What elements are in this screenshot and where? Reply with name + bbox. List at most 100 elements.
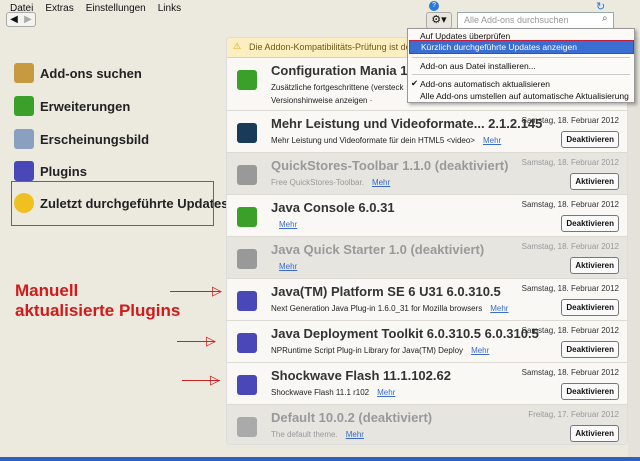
addon-row[interactable]: Default 10.0.2 (deaktiviert) The default… <box>227 405 627 444</box>
theme-palette-icon <box>237 417 257 437</box>
download-box-icon <box>14 63 34 83</box>
arrow-head-icon: ▷ <box>206 333 216 348</box>
update-date: Samstag, 18. Februar 2012 <box>521 116 619 125</box>
addon-name: Shockwave Flash 11.1.102.62 <box>271 368 451 383</box>
menu-einstellungen[interactable]: Einstellungen <box>86 3 146 14</box>
update-date: Samstag, 18. Februar 2012 <box>521 326 619 335</box>
description-text: Mehr Leistung und Videoformate für dein … <box>271 136 475 145</box>
addon-row[interactable]: Shockwave Flash 11.1.102.62 Shockwave Fl… <box>227 363 627 405</box>
checkmark-icon: ✔ <box>411 78 419 88</box>
addon-row[interactable]: Java Deployment Toolkit 6.0.310.5 6.0.31… <box>227 321 627 363</box>
sidebar-item-label: Erweiterungen <box>40 98 131 114</box>
puzzle-icon <box>237 207 257 227</box>
disable-button[interactable]: Deaktivieren <box>561 383 619 400</box>
menu-item-install-from-file[interactable]: Add-on aus Datei installieren... <box>420 61 536 71</box>
addon-row[interactable]: QuickStores-Toolbar 1.1.0 (deaktiviert) … <box>227 153 627 195</box>
sidebar-item-2[interactable]: Erscheinungsbild <box>14 129 149 149</box>
disable-button[interactable]: Deaktivieren <box>561 131 619 148</box>
menu-separator <box>412 74 630 75</box>
addon-row[interactable]: Mehr Leistung und Videoformate... 2.1.2.… <box>227 111 627 153</box>
addon-description: NPRuntime Script Plug-in Library for Jav… <box>271 346 489 355</box>
more-link[interactable]: Mehr <box>471 346 489 355</box>
description-text: Zusätzliche fortgeschrittene (versteck <box>271 83 404 92</box>
search-input[interactable]: Alle Add-ons durchsuchen <box>457 12 614 29</box>
disable-button[interactable]: Deaktivieren <box>561 299 619 316</box>
addon-description: The default theme. Mehr <box>271 430 364 439</box>
addon-row[interactable]: Java(TM) Platform SE 6 U31 6.0.310.5 Nex… <box>227 279 627 321</box>
menu-item-set-all-auto[interactable]: Alle Add-ons umstellen auf automatische … <box>420 91 629 101</box>
description-text: Free QuickStores-Toolbar. <box>271 178 364 187</box>
arrow-head-icon: ▷ <box>210 372 220 387</box>
addon-name: Configuration Mania 1.15 <box>271 63 426 78</box>
tools-menu: Auf Updates überprüfen Kürzlich durchgef… <box>407 28 635 103</box>
more-link[interactable]: Mehr <box>346 430 364 439</box>
update-date: Freitag, 17. Februar 2012 <box>528 410 619 419</box>
addon-name: QuickStores-Toolbar 1.1.0 (deaktiviert) <box>271 158 509 173</box>
addon-description: Mehr Leistung und Videoformate für dein … <box>271 136 501 145</box>
menu-links[interactable]: Links <box>158 3 181 14</box>
plugin-brick-icon <box>14 161 34 181</box>
addon-description: Next Generation Java Plug-in 1.6.0_31 fo… <box>271 304 508 313</box>
menubar: Datei Extras Einstellungen Links <box>10 2 193 14</box>
sidebar-item-0[interactable]: Add-ons suchen <box>14 63 142 83</box>
enable-button[interactable]: Aktivieren <box>570 425 619 442</box>
puzzle-icon <box>14 96 34 116</box>
warning-icon: ⚠ <box>233 41 242 51</box>
more-link[interactable]: Mehr <box>483 136 501 145</box>
menu-item-recent-updates[interactable]: Kürzlich durchgeführte Updates anzeigen <box>409 40 634 54</box>
addon-name: Java(TM) Platform SE 6 U31 6.0.310.5 <box>271 284 501 299</box>
annotation-line1: Manuell <box>15 281 79 300</box>
help-icon[interactable]: ? <box>429 1 439 11</box>
more-link[interactable]: Mehr <box>372 178 390 187</box>
plugin-brick-icon <box>237 333 257 353</box>
sidebar-item-1[interactable]: Erweiterungen <box>14 96 130 116</box>
disable-button[interactable]: Deaktivieren <box>561 341 619 358</box>
more-link[interactable]: Mehr <box>377 388 395 397</box>
addon-name: Java Console 6.0.31 <box>271 200 395 215</box>
plugin-brick-icon <box>237 375 257 395</box>
puzzle-icon <box>237 249 257 269</box>
back-button[interactable]: ◀ <box>7 13 21 26</box>
update-date: Samstag, 18. Februar 2012 <box>521 368 619 377</box>
nav-buttons: ◀ ▶ <box>6 12 36 27</box>
disable-button[interactable]: Deaktivieren <box>561 215 619 232</box>
enable-button[interactable]: Aktivieren <box>570 173 619 190</box>
update-date: Samstag, 18. Februar 2012 <box>521 158 619 167</box>
addon-description: Shockwave Flash 11.1 r102 Mehr <box>271 388 395 397</box>
sidebar-item-3[interactable]: Plugins <box>14 161 87 181</box>
window-border <box>0 457 640 461</box>
plugin-brick-icon <box>237 291 257 311</box>
addon-name: Java Quick Starter 1.0 (deaktiviert) <box>271 242 485 257</box>
addon-description: Free QuickStores-Toolbar. Mehr <box>271 178 390 187</box>
puzzle-icon <box>237 165 257 185</box>
menu-extras[interactable]: Extras <box>45 3 73 14</box>
description-text: Shockwave Flash 11.1 r102 <box>271 388 370 397</box>
warning-text: Die Addon-Kompatibilitäts-Prüfung ist de… <box>249 42 430 52</box>
enable-button[interactable]: Aktivieren <box>570 257 619 274</box>
tools-gear-button[interactable]: ⚙▾ <box>426 12 452 29</box>
video-play-icon <box>237 123 257 143</box>
more-link[interactable]: Mehr <box>279 262 297 271</box>
addon-row[interactable]: Java Quick Starter 1.0 (deaktiviert) Meh… <box>227 237 627 279</box>
addon-description: Mehr <box>271 262 297 271</box>
update-date: Samstag, 18. Februar 2012 <box>521 284 619 293</box>
description-text: NPRuntime Script Plug-in Library for Jav… <box>271 346 464 355</box>
sidebar-item-label: Erscheinungsbild <box>40 131 150 147</box>
puzzle-icon <box>237 70 257 90</box>
addon-name: Mehr Leistung und Videoformate... 2.1.2.… <box>271 116 543 131</box>
search-icon[interactable]: ⌕ <box>602 13 608 24</box>
menu-item-auto-update[interactable]: Add-ons automatisch aktualisieren <box>420 79 550 89</box>
more-link[interactable]: Mehr <box>490 304 508 313</box>
description-text: The default theme. <box>271 430 338 439</box>
addon-description: Zusätzliche fortgeschrittene (versteck <box>271 83 404 92</box>
forward-button[interactable]: ▶ <box>21 13 35 26</box>
annotation-line2: aktualisierte Plugins <box>15 301 181 320</box>
addon-name: Default 10.0.2 (deaktiviert) <box>271 410 433 425</box>
sidebar-item-label: Plugins <box>40 163 87 179</box>
addon-row[interactable]: Java Console 6.0.31 Mehr Samstag, 18. Fe… <box>227 195 627 237</box>
release-notes-link[interactable]: Versionshinweise anzeigen · <box>271 96 372 105</box>
description-text: Next Generation Java Plug-in 1.6.0_31 fo… <box>271 304 483 313</box>
more-link[interactable]: Mehr <box>279 220 297 229</box>
menu-separator <box>412 57 630 58</box>
sidebar-item-label: Add-ons suchen <box>40 65 142 81</box>
